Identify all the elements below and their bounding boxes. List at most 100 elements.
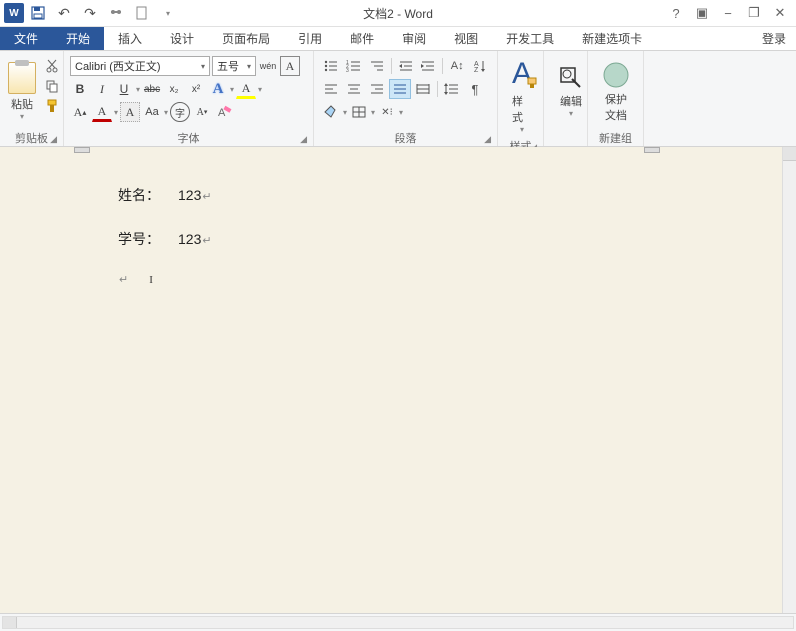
doc-line-1[interactable]: 姓名： 123 ↵ bbox=[118, 185, 662, 205]
tab-review[interactable]: 审阅 bbox=[388, 27, 440, 50]
tab-file[interactable]: 文件 bbox=[0, 27, 52, 50]
ruler-indent-left[interactable] bbox=[74, 147, 90, 153]
styles-label[interactable]: 样式 bbox=[512, 93, 532, 125]
phonetic-guide-button[interactable]: wén bbox=[258, 56, 278, 76]
font-name-combo[interactable]: Calibri (西文正文)▾ bbox=[70, 56, 210, 76]
editing-label[interactable]: 编辑 bbox=[560, 93, 582, 109]
tab-home[interactable]: 开始 bbox=[52, 27, 104, 50]
line-spacing-button[interactable] bbox=[441, 79, 463, 99]
shrink-font-button[interactable]: A▾ bbox=[192, 102, 212, 122]
superscript-button[interactable]: x² bbox=[186, 79, 206, 99]
format-painter-button[interactable] bbox=[42, 97, 62, 115]
help-button[interactable]: ? bbox=[664, 2, 688, 24]
redo-button[interactable]: ↷ bbox=[78, 1, 102, 25]
clipboard-launcher[interactable]: ◢ bbox=[50, 134, 57, 145]
bold-button[interactable]: B bbox=[70, 79, 90, 99]
borders-dropdown[interactable]: ▾ bbox=[371, 108, 375, 117]
tab-design[interactable]: 设计 bbox=[156, 27, 208, 50]
shading-button[interactable] bbox=[320, 102, 342, 122]
group-label-paragraph: 段落 ◢ bbox=[318, 130, 493, 146]
increase-indent-button[interactable] bbox=[417, 56, 439, 76]
tab-mailings[interactable]: 邮件 bbox=[336, 27, 388, 50]
tab-custom[interactable]: 新建选项卡 bbox=[568, 27, 656, 50]
undo-button[interactable]: ↶ bbox=[52, 1, 76, 25]
minimize-button[interactable]: − bbox=[716, 2, 740, 24]
enclose-char-button[interactable]: 字 bbox=[170, 102, 190, 122]
char-border-button[interactable]: A bbox=[280, 56, 300, 76]
close-button[interactable]: ✕ bbox=[768, 2, 792, 24]
svg-text:3: 3 bbox=[346, 68, 349, 73]
char-scaling-dropdown[interactable]: ▾ bbox=[399, 108, 403, 117]
copy-button[interactable] bbox=[42, 77, 62, 95]
group-styles: A 样式 ▾ 样式 ◢ bbox=[498, 51, 544, 146]
document-page[interactable]: 姓名： 123 ↵ 学号： 123 ↵ ↵ I bbox=[0, 155, 780, 605]
paste-dropdown[interactable]: ▾ bbox=[20, 112, 24, 121]
char-shading-button[interactable]: A bbox=[120, 102, 140, 122]
tab-page-layout[interactable]: 页面布局 bbox=[208, 27, 284, 50]
group-font: Calibri (西文正文)▾ 五号▾ wén A B I U ▾ abc x₂… bbox=[64, 51, 314, 146]
align-left-button[interactable] bbox=[320, 79, 342, 99]
tab-insert[interactable]: 插入 bbox=[104, 27, 156, 50]
grow-font-button[interactable]: A▴ bbox=[70, 102, 90, 122]
horizontal-scrollbar[interactable] bbox=[2, 616, 794, 629]
char-scaling-button[interactable]: ✕⁝ bbox=[376, 102, 398, 122]
highlight-button[interactable]: A bbox=[236, 79, 256, 99]
styles-dropdown[interactable]: ▾ bbox=[520, 125, 524, 134]
font-launcher[interactable]: ◢ bbox=[300, 134, 307, 145]
group-label-protect: 新建组 bbox=[592, 130, 639, 146]
text-effects-button[interactable]: A bbox=[208, 79, 228, 99]
align-center-button[interactable] bbox=[343, 79, 365, 99]
doc-line-3[interactable]: ↵ I bbox=[118, 273, 662, 286]
protect-label-1[interactable]: 保护 bbox=[605, 91, 627, 107]
align-right-button[interactable] bbox=[366, 79, 388, 99]
italic-button[interactable]: I bbox=[92, 79, 112, 99]
underline-button[interactable]: U bbox=[114, 79, 134, 99]
shading-dropdown[interactable]: ▾ bbox=[343, 108, 347, 117]
save-button[interactable] bbox=[26, 1, 50, 25]
font-size-combo[interactable]: 五号▾ bbox=[212, 56, 256, 76]
ribbon-display-options-button[interactable]: ▣ bbox=[690, 2, 714, 24]
bullets-button[interactable] bbox=[320, 56, 342, 76]
sign-in-link[interactable]: 登录 bbox=[752, 27, 796, 50]
touch-mode-button[interactable] bbox=[104, 1, 128, 25]
styles-icon[interactable]: A bbox=[512, 57, 532, 91]
text-direction-button[interactable]: A↕ bbox=[446, 56, 468, 76]
font-color-button[interactable]: A bbox=[92, 102, 112, 122]
font-color-dropdown[interactable]: ▾ bbox=[114, 108, 118, 117]
paste-icon[interactable] bbox=[8, 62, 36, 94]
paragraph-launcher[interactable]: ◢ bbox=[484, 134, 491, 145]
tab-references[interactable]: 引用 bbox=[284, 27, 336, 50]
sort-button[interactable]: AZ bbox=[469, 56, 491, 76]
strikethrough-button[interactable]: abc bbox=[142, 79, 162, 99]
decrease-indent-button[interactable] bbox=[395, 56, 417, 76]
numbering-button[interactable]: 123 bbox=[343, 56, 365, 76]
borders-button[interactable] bbox=[348, 102, 370, 122]
protect-label-2[interactable]: 文档 bbox=[605, 107, 627, 123]
ruler-indent-right[interactable] bbox=[644, 147, 660, 153]
document-area[interactable]: 姓名： 123 ↵ 学号： 123 ↵ ↵ I bbox=[0, 147, 796, 613]
qat-customize-dropdown[interactable]: ▾ bbox=[156, 1, 180, 25]
tab-developer[interactable]: 开发工具 bbox=[492, 27, 568, 50]
clear-formatting-button[interactable]: A bbox=[214, 102, 234, 122]
text-effects-dropdown[interactable]: ▾ bbox=[230, 85, 234, 94]
tab-view[interactable]: 视图 bbox=[440, 27, 492, 50]
vertical-scrollbar[interactable] bbox=[782, 147, 796, 613]
underline-dropdown[interactable]: ▾ bbox=[136, 85, 140, 94]
word-app-icon: W bbox=[4, 3, 24, 23]
cut-button[interactable] bbox=[42, 57, 62, 75]
change-case-dropdown[interactable]: ▾ bbox=[164, 108, 168, 117]
distribute-button[interactable] bbox=[412, 79, 434, 99]
multilevel-list-button[interactable] bbox=[366, 56, 388, 76]
change-case-button[interactable]: Aa bbox=[142, 102, 162, 122]
paste-label[interactable]: 粘贴 bbox=[11, 96, 33, 112]
highlight-dropdown[interactable]: ▾ bbox=[258, 85, 262, 94]
find-icon[interactable] bbox=[558, 65, 584, 91]
doc-line-2[interactable]: 学号： 123 ↵ bbox=[118, 229, 662, 249]
restore-button[interactable]: ❐ bbox=[742, 2, 766, 24]
new-doc-button[interactable] bbox=[130, 1, 154, 25]
protect-icon[interactable] bbox=[602, 61, 630, 89]
show-marks-button[interactable]: ¶ bbox=[464, 79, 486, 99]
editing-dropdown[interactable]: ▾ bbox=[569, 109, 573, 118]
subscript-button[interactable]: x₂ bbox=[164, 79, 184, 99]
align-justify-button[interactable] bbox=[389, 79, 411, 99]
